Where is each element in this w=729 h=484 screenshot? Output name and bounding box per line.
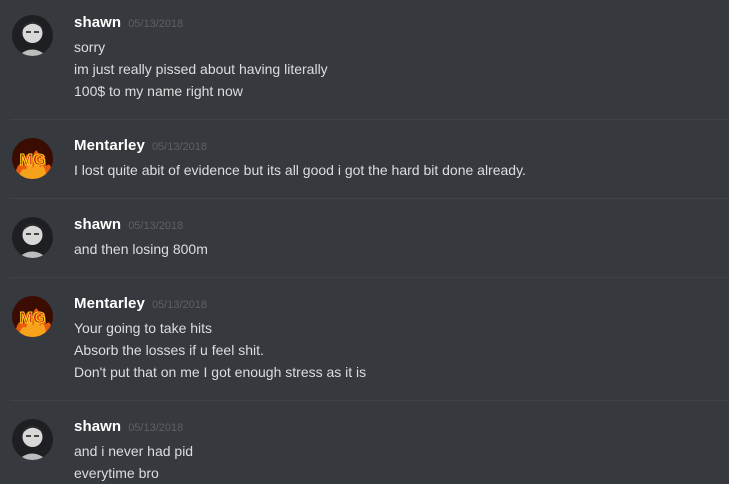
user-avatar-shawn[interactable] bbox=[12, 15, 53, 56]
message-divider bbox=[10, 198, 729, 199]
username[interactable]: shawn bbox=[74, 14, 121, 31]
timestamp: 05/13/2018 bbox=[151, 141, 207, 153]
mentarley-logo-text: MG bbox=[20, 310, 46, 327]
timestamp: 05/13/2018 bbox=[151, 299, 207, 311]
user-avatar-shawn[interactable] bbox=[12, 419, 53, 460]
message-list: shawn 05/13/2018 sorry im just really pi… bbox=[0, 0, 729, 484]
message-header: shawn 05/13/2018 bbox=[74, 14, 183, 34]
username[interactable]: shawn bbox=[74, 216, 121, 233]
message-text: sorry bbox=[74, 39, 106, 55]
message-header: shawn 05/13/2018 bbox=[74, 418, 183, 438]
message-text: 100$ to my name right now bbox=[74, 83, 243, 99]
username[interactable]: Mentarley bbox=[74, 137, 145, 154]
timestamp: 05/13/2018 bbox=[128, 220, 184, 232]
username[interactable]: Mentarley bbox=[74, 295, 145, 312]
timestamp: 05/13/2018 bbox=[128, 422, 184, 434]
message-text: im just really pissed about having liter… bbox=[74, 61, 328, 77]
user-avatar-mentarley[interactable]: MG bbox=[12, 138, 53, 179]
message-divider bbox=[10, 119, 729, 120]
message-text: Your going to take hits bbox=[74, 320, 213, 336]
username[interactable]: shawn bbox=[74, 418, 121, 435]
timestamp: 05/13/2018 bbox=[128, 18, 184, 30]
user-avatar-shawn[interactable] bbox=[12, 217, 53, 258]
message-header: shawn 05/13/2018 bbox=[74, 216, 183, 236]
message-text: everytime bro bbox=[74, 465, 159, 481]
user-avatar-mentarley[interactable]: MG bbox=[12, 296, 53, 337]
message-text: Absorb the losses if u feel shit. bbox=[74, 342, 264, 358]
message-text: I lost quite abit of evidence but its al… bbox=[74, 162, 526, 178]
message-text: and then losing 800m bbox=[74, 241, 208, 257]
message-divider bbox=[10, 277, 729, 278]
message-divider bbox=[10, 400, 729, 401]
message-text: Don't put that on me I got enough stress… bbox=[74, 364, 367, 380]
message-text: and i never had pid bbox=[74, 443, 194, 459]
message-header: Mentarley 05/13/2018 bbox=[74, 295, 207, 315]
mentarley-logo-text: MG bbox=[20, 152, 46, 169]
message-header: Mentarley 05/13/2018 bbox=[74, 137, 207, 157]
